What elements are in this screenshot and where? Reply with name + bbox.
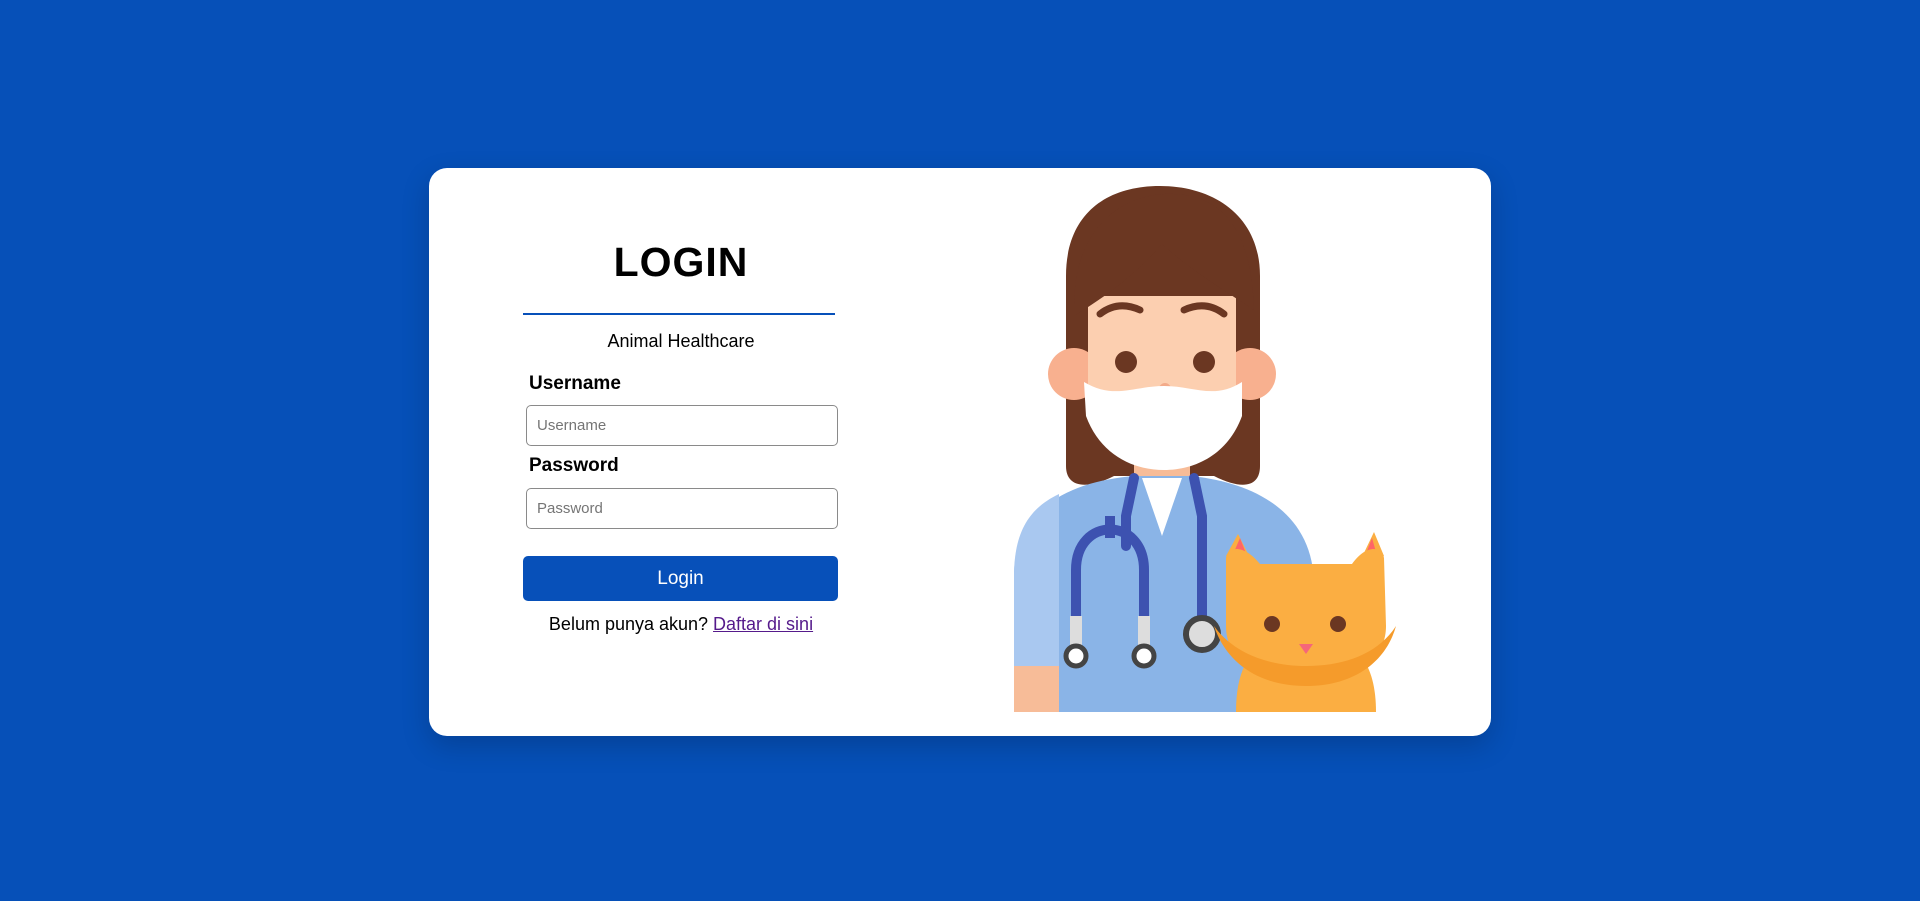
page-title: LOGIN <box>613 239 749 285</box>
register-link[interactable]: Daftar di sini <box>713 614 813 634</box>
app-subtitle: Animal Healthcare <box>607 331 755 351</box>
title-divider <box>523 313 835 315</box>
password-label: Password <box>529 455 619 476</box>
password-input[interactable] <box>526 488 838 529</box>
username-label: Username <box>529 373 621 394</box>
username-input[interactable] <box>526 405 838 446</box>
veterinarian-with-cat-icon <box>1014 186 1396 712</box>
register-prompt-text: Belum punya akun? <box>548 614 714 634</box>
login-button[interactable]: Login <box>523 556 838 601</box>
register-prompt: Belum punya akun? Daftar di sini <box>523 614 839 635</box>
login-form: LOGIN Animal Healthcare Username Passwor… <box>523 168 839 736</box>
login-card: LOGIN Animal Healthcare Username Passwor… <box>429 168 1491 736</box>
